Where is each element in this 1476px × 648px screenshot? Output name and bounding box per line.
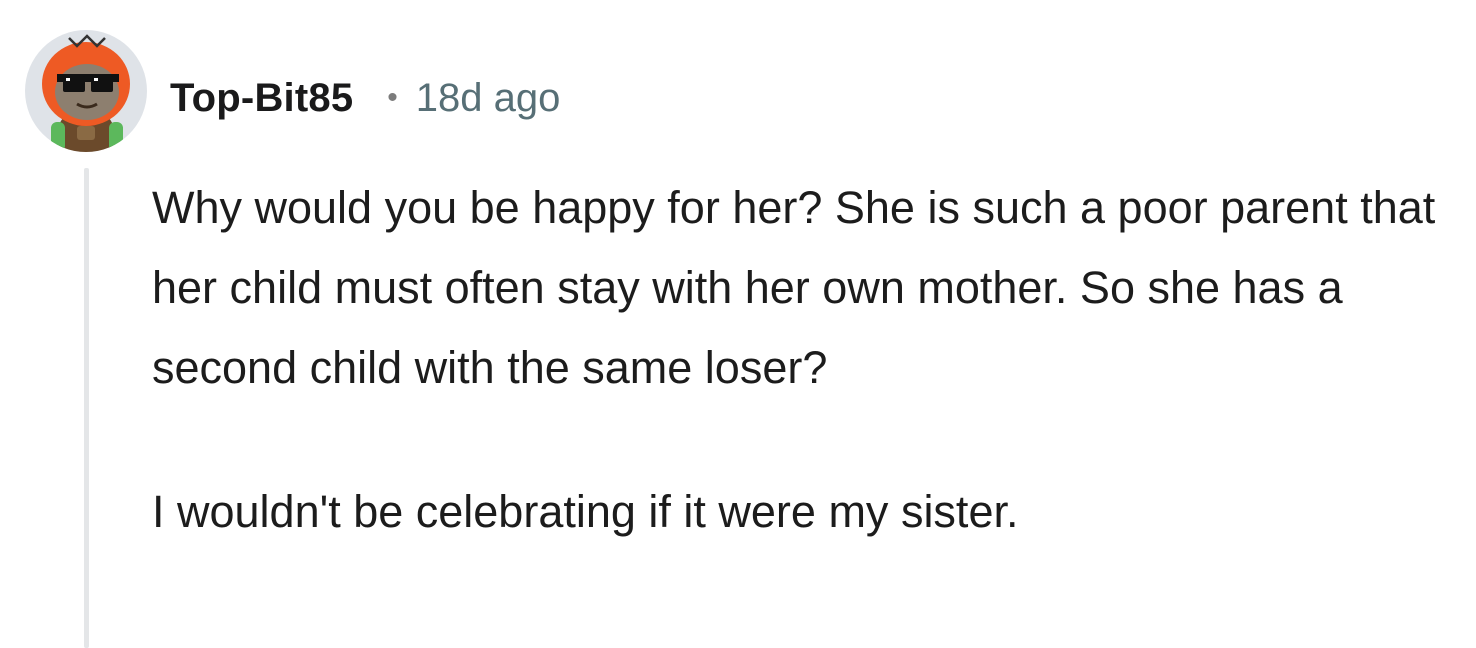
meta-separator: •	[387, 81, 398, 114]
author-username[interactable]: Top-Bit85	[170, 76, 353, 121]
snoo-sloth-avatar-icon	[25, 30, 147, 152]
comment-body: Why would you be happy for her? She is s…	[152, 168, 1462, 552]
comment-paragraph: I wouldn't be celebrating if it were my …	[152, 486, 1019, 537]
avatar[interactable]	[25, 30, 147, 152]
comment-paragraph: Why would you be happy for her? She is s…	[152, 182, 1436, 393]
comment-timestamp[interactable]: 18d ago	[416, 76, 561, 121]
comment: Top-Bit85 • 18d ago Why would you be hap…	[0, 0, 1476, 648]
comment-meta: Top-Bit85 • 18d ago	[170, 70, 560, 126]
thread-line[interactable]	[84, 168, 89, 648]
